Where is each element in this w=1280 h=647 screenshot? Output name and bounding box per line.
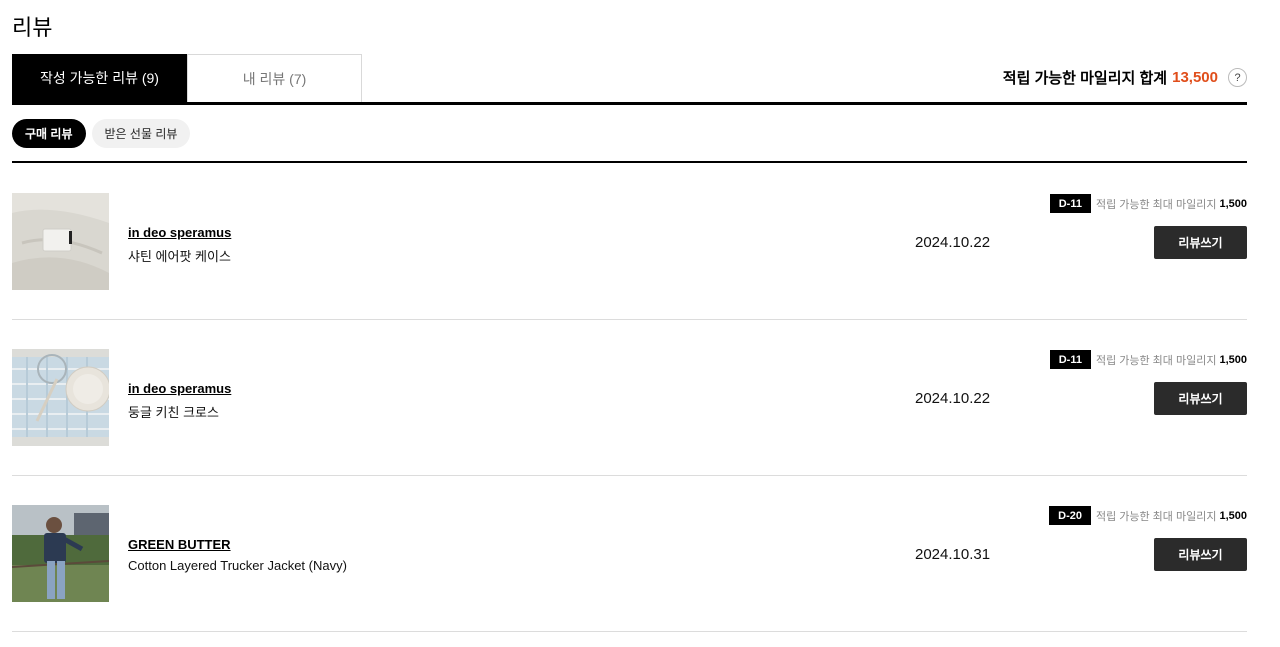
max-mileage-label: 적립 가능한 최대 마일리지 bbox=[1095, 354, 1217, 367]
tab-writable-reviews[interactable]: 작성 가능한 리뷰 (9) bbox=[12, 54, 187, 102]
product-thumbnail[interactable] bbox=[12, 193, 109, 290]
dday-badge: D-20 bbox=[1049, 506, 1091, 525]
write-review-button[interactable]: 리뷰쓰기 bbox=[1154, 538, 1247, 571]
max-mileage-label: 적립 가능한 최대 마일리지 bbox=[1095, 510, 1217, 523]
review-subtabs: 구매 리뷰 받은 선물 리뷰 bbox=[12, 119, 191, 148]
mileage-info: D-11 적립 가능한 최대 마일리지 1,500 bbox=[1049, 350, 1247, 369]
product-name[interactable]: Cotton Layered Trucker Jacket (Navy) bbox=[128, 558, 347, 573]
question-icon[interactable]: ? bbox=[1228, 68, 1247, 87]
max-mileage-value: 1,500 bbox=[1219, 353, 1247, 366]
review-tabs: 작성 가능한 리뷰 (9) 내 리뷰 (7) 적립 가능한 마일리지 합계 13… bbox=[12, 54, 1247, 105]
order-date: 2024.10.31 bbox=[915, 546, 991, 563]
product-name[interactable]: 샤틴 에어팟 케이스 bbox=[128, 246, 231, 265]
tab-my-reviews[interactable]: 내 리뷰 (7) bbox=[187, 54, 362, 102]
max-mileage-value: 1,500 bbox=[1219, 509, 1247, 522]
dday-badge: D-11 bbox=[1049, 194, 1091, 213]
product-thumbnail[interactable] bbox=[12, 349, 109, 446]
product-name[interactable]: 둥글 키친 크로스 bbox=[128, 402, 219, 421]
review-item: in deo speramus 샤틴 에어팟 케이스 2024.10.22 D-… bbox=[12, 163, 1247, 320]
order-date: 2024.10.22 bbox=[915, 390, 991, 407]
mileage-info: D-20 적립 가능한 최대 마일리지 1,500 bbox=[1049, 506, 1247, 525]
order-date: 2024.10.22 bbox=[915, 234, 991, 251]
write-review-button[interactable]: 리뷰쓰기 bbox=[1154, 382, 1247, 415]
mileage-info: D-11 적립 가능한 최대 마일리지 1,500 bbox=[1049, 194, 1247, 213]
write-review-button[interactable]: 리뷰쓰기 bbox=[1154, 226, 1247, 259]
dday-badge: D-11 bbox=[1049, 350, 1091, 369]
brand-link[interactable]: in deo speramus bbox=[128, 381, 231, 396]
page-title: 리뷰 bbox=[12, 15, 53, 40]
brand-link[interactable]: GREEN BUTTER bbox=[128, 537, 231, 552]
mileage-total-label: 적립 가능한 마일리지 합계 bbox=[1002, 70, 1168, 87]
review-item: GREEN BUTTER Cotton Layered Trucker Jack… bbox=[12, 475, 1247, 632]
brand-link[interactable]: in deo speramus bbox=[128, 225, 231, 240]
subtab-purchase-review[interactable]: 구매 리뷰 bbox=[12, 119, 86, 148]
mileage-total-amount: 13,500 bbox=[1172, 69, 1218, 86]
review-item: in deo speramus 둥글 키친 크로스 2024.10.22 D-1… bbox=[12, 319, 1247, 476]
max-mileage-label: 적립 가능한 최대 마일리지 bbox=[1095, 198, 1217, 211]
mileage-total: 적립 가능한 마일리지 합계 13,500 ? bbox=[1003, 67, 1247, 88]
product-thumbnail[interactable] bbox=[12, 505, 109, 602]
max-mileage-value: 1,500 bbox=[1219, 197, 1247, 210]
subtab-gift-review[interactable]: 받은 선물 리뷰 bbox=[91, 119, 191, 148]
